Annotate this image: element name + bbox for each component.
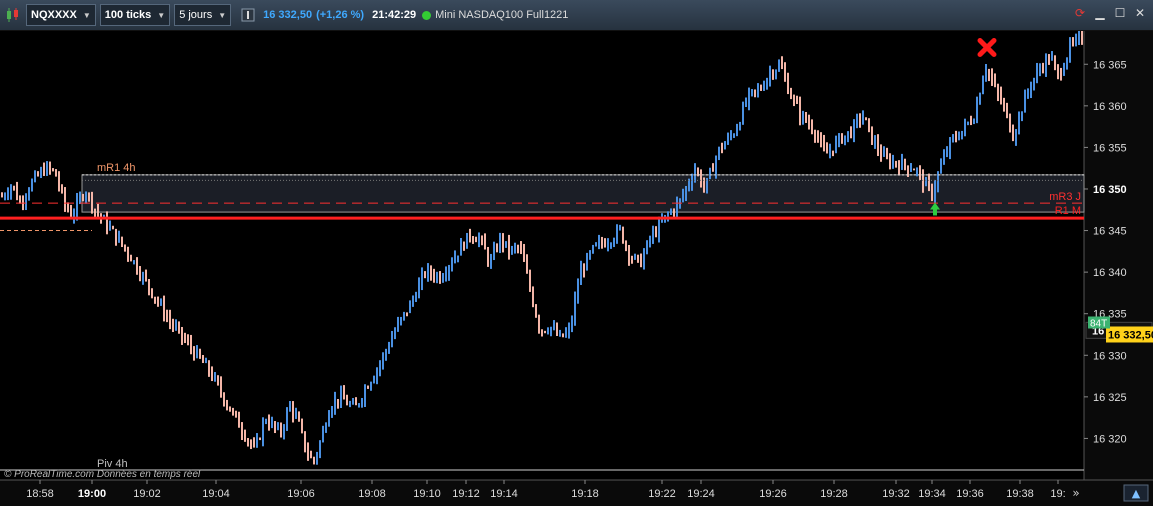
refresh-icon[interactable]: ⟳ — [1073, 6, 1087, 20]
close-icon[interactable]: ✕ — [1133, 6, 1147, 20]
x-tick-label: 18:58 — [26, 488, 54, 500]
level-label-r1-m: R1 M — [1055, 205, 1081, 217]
last-price: 16 332,50 — [263, 9, 313, 21]
chevron-down-icon: ▼ — [157, 10, 166, 20]
x-tick-label: 19:10 — [413, 488, 441, 500]
maximize-icon[interactable]: ☐ — [1113, 6, 1127, 20]
expand-up-icon: ▲ — [1132, 487, 1141, 500]
level-label-mr3-j: mR3 J — [1049, 191, 1081, 203]
y-tick-label: 16 340 — [1093, 267, 1127, 279]
clock: 21:42:29 — [372, 9, 417, 21]
instrument-select[interactable]: NQXXXX ▼ — [26, 4, 96, 26]
x-tick-label: 19:12 — [452, 488, 480, 500]
price-chart[interactable]: mR1 4hmR3 JR1 MPiv 4h16 32016 32516 3301… — [0, 31, 1153, 506]
y-tick-label: 16 325 — [1093, 392, 1127, 404]
plot-area — [0, 31, 1084, 480]
y-axis-panel — [1084, 31, 1153, 480]
ticks-label: 100 ticks — [104, 9, 152, 21]
x-tick-label: 19:38 — [1006, 488, 1034, 500]
minimize-icon[interactable]: ▁ — [1093, 6, 1107, 20]
period-select[interactable]: 5 jours ▼ — [174, 4, 232, 26]
x-tick-label: 19:00 — [78, 488, 106, 500]
y-tick-label: 16 345 — [1093, 226, 1127, 238]
y-tick-label: 16 355 — [1093, 142, 1127, 154]
level-label-mr1-4h: mR1 4h — [97, 162, 136, 174]
x-tick-label: 19:18 — [571, 488, 599, 500]
instrument-name: Mini NASDAQ100 Full1221 — [435, 9, 569, 21]
ticks-select[interactable]: 100 ticks ▼ — [99, 4, 171, 26]
x-tick-label: 19:24 — [687, 488, 715, 500]
x-tick-label: 19:36 — [956, 488, 984, 500]
chevron-down-icon: ▼ — [218, 10, 227, 20]
x-tick-label: 19:06 — [287, 488, 315, 500]
instrument-label: NQXXXX — [31, 9, 77, 21]
y-tick-label: 16 330 — [1093, 350, 1127, 362]
price-change: (+1,26 %) — [316, 9, 365, 21]
y-tick-label: 16 360 — [1093, 101, 1127, 113]
period-label: 5 jours — [179, 9, 213, 21]
toolbar: NQXXXX ▼ 100 ticks ▼ 5 jours ▼ 16 332,50… — [0, 0, 1153, 31]
x-tick-label: 19:08 — [358, 488, 386, 500]
x-tick-label: 19:04 — [202, 488, 230, 500]
tick-count-label: 84T — [1090, 318, 1107, 329]
x-tick-label: 19:02 — [133, 488, 161, 500]
x-tick-label: 19:26 — [759, 488, 787, 500]
chevron-down-icon: ▼ — [82, 10, 91, 20]
x-tick-label: 19:32 — [882, 488, 910, 500]
info-icon[interactable] — [239, 6, 257, 24]
candlestick-icon[interactable] — [4, 6, 22, 24]
green-up-arrow-icon — [933, 209, 937, 216]
y-tick-label: 16 320 — [1093, 433, 1127, 445]
status-dot-icon — [422, 10, 432, 20]
y-tick-label: 16 365 — [1093, 59, 1127, 71]
watermark: © ProRealTime.com Données en temps réel — [4, 469, 201, 480]
x-tick-label: 19:14 — [490, 488, 518, 500]
x-tick-label: 19:34 — [918, 488, 946, 500]
x-tick-label: 19:22 — [648, 488, 676, 500]
last-price-label: 16 332,50 — [1108, 329, 1153, 341]
window-controls: ⟳ ▁ ☐ ✕ — [1073, 6, 1147, 20]
x-tick-label: 19:28 — [820, 488, 848, 500]
scroll-right-icon[interactable]: » — [1072, 486, 1079, 500]
x-tick-label: 19: — [1050, 488, 1065, 500]
y-tick-label: 16 350 — [1093, 184, 1127, 196]
